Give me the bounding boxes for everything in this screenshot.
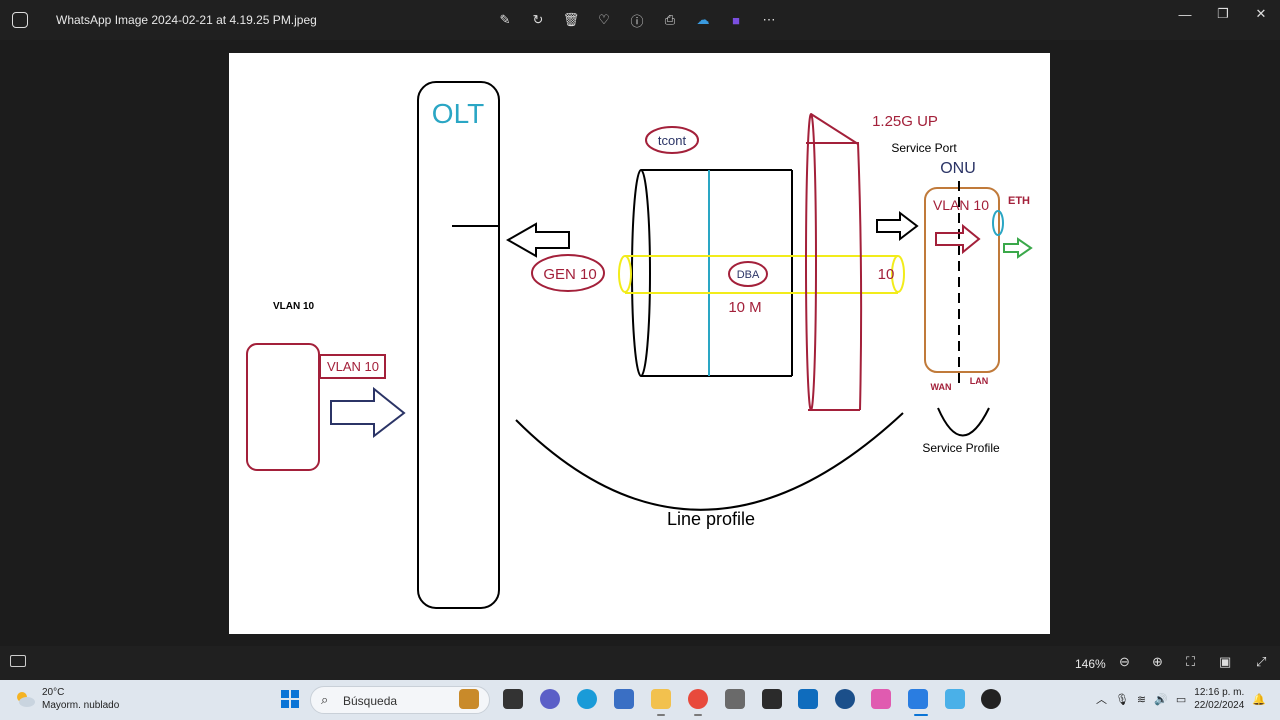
clock-date: 22/02/2024 xyxy=(1194,700,1245,711)
title-bar: WhatsApp Image 2024-02-21 at 4.19.25 PM.… xyxy=(0,0,1280,40)
more-icon[interactable]: ⋯ xyxy=(759,10,779,30)
clock[interactable]: 12:16 p. m. 22/02/2024 xyxy=(1194,686,1244,712)
zoom-level: 146% xyxy=(1075,657,1106,671)
clock-time: 12:16 p. m. xyxy=(1194,687,1245,698)
vlan-tag-label: VLAN 10 xyxy=(327,359,379,374)
right-arrow-black xyxy=(876,210,919,242)
weather-widget[interactable]: 20°C Mayorm. nublado xyxy=(14,686,119,712)
olt-label: OLT xyxy=(432,98,484,129)
outlook-icon[interactable] xyxy=(798,689,818,709)
right-arrow-green xyxy=(1003,237,1033,259)
file-explorer-icon[interactable] xyxy=(651,689,671,709)
fullscreen-icon[interactable]: ⤢ xyxy=(1256,654,1266,670)
battery-icon[interactable]: ▭ xyxy=(1176,693,1186,706)
terminal-app-icon[interactable] xyxy=(503,689,523,709)
lan-label: LAN xyxy=(970,376,989,386)
rotate-icon[interactable]: ↻ xyxy=(528,10,548,30)
active-indicator xyxy=(914,714,928,716)
notepad-icon[interactable] xyxy=(945,689,965,709)
wifi-icon[interactable]: ≋ xyxy=(1137,693,1146,706)
media-app-icon[interactable] xyxy=(981,689,1001,709)
gen-label: GEN 10 xyxy=(543,266,596,283)
weather-desc: Mayorm. nublado xyxy=(42,700,120,711)
line-profile-label: Line profile xyxy=(667,509,755,529)
globe-app-icon[interactable] xyxy=(835,689,855,709)
microphone-icon[interactable]: 🎙 xyxy=(1115,693,1129,706)
photos-taskbar-icon[interactable] xyxy=(908,689,928,709)
olt-box xyxy=(417,81,500,609)
wan-label: WAN xyxy=(931,382,952,392)
clipchamp-icon[interactable]: ■ xyxy=(726,10,746,30)
info-icon[interactable]: ⓘ xyxy=(627,10,647,30)
service-profile-label: Service Profile xyxy=(922,441,1000,455)
ten-m-label: 10 M xyxy=(728,299,761,316)
right-arrow-navy xyxy=(330,386,406,439)
line-profile-arc xyxy=(515,412,904,511)
chat-app-icon[interactable] xyxy=(540,689,560,709)
vlan-left-label: VLAN 10 xyxy=(273,301,315,312)
weather-temp: 20°C xyxy=(42,687,65,698)
system-tray: ︿ 🎙 ≋ 🔊 ▭ 12:16 p. m. 22/02/2024 🔔 xyxy=(1096,686,1266,712)
cylinder-left-face xyxy=(631,169,651,377)
running-indicator xyxy=(657,714,665,716)
window-title: WhatsApp Image 2024-02-21 at 4.19.25 PM.… xyxy=(56,13,317,27)
zoom-out-icon[interactable]: ⊖ xyxy=(1119,654,1130,670)
chrome-icon[interactable] xyxy=(688,689,708,709)
briefcase-app-icon[interactable] xyxy=(459,689,479,709)
actual-size-icon[interactable]: ▣ xyxy=(1219,654,1231,670)
gpon-diagram: OLT VLAN 10 VLAN 10 GEN 10 tcont DBA 10 … xyxy=(246,81,1033,609)
upstream-disc-top xyxy=(810,113,859,145)
usb-app-icon[interactable] xyxy=(725,689,745,709)
edge-icon[interactable] xyxy=(577,689,597,709)
favorite-icon[interactable]: ♡ xyxy=(594,10,614,30)
notification-bell-icon[interactable]: 🔔 xyxy=(1252,693,1266,706)
upstream-disc-left xyxy=(805,113,817,411)
minimize-icon[interactable]: — xyxy=(1166,0,1204,28)
service-profile-arc xyxy=(937,407,990,437)
running-indicator xyxy=(694,714,702,716)
eth-label: ETH xyxy=(1008,195,1030,207)
service-port-label: Service Port xyxy=(891,141,957,155)
image-toolbar: ✎ ↻ 🗑 ♡ ⓘ ⎙ ☁ ■ ⋯ xyxy=(495,10,779,30)
ten-label: 10 xyxy=(878,266,895,283)
yellow-pipe-left xyxy=(618,255,632,293)
cloud-sun-icon xyxy=(14,691,36,707)
start-button[interactable] xyxy=(281,690,299,708)
dba-label: DBA xyxy=(737,269,760,281)
displayed-image[interactable]: OLT VLAN 10 VLAN 10 GEN 10 tcont DBA 10 … xyxy=(229,53,1050,634)
mail-app-icon[interactable] xyxy=(762,689,782,709)
onu-vlan-label: VLAN 10 xyxy=(933,197,989,213)
upstream-label: 1.25G UP xyxy=(872,113,938,130)
onedrive-icon[interactable]: ☁ xyxy=(693,10,713,30)
chevron-up-icon[interactable]: ︿ xyxy=(1096,691,1107,707)
client-box xyxy=(246,343,320,471)
onu-label: ONU xyxy=(940,160,976,177)
left-arrow-black xyxy=(505,222,570,258)
edit-icon[interactable]: ✎ xyxy=(495,10,515,30)
right-arrow-crimson xyxy=(935,223,981,255)
print-icon[interactable]: ⎙ xyxy=(660,10,680,30)
taskbar: 20°C Mayorm. nublado ⌕ Búsqueda ︿ 🎙 ≋ 🔊 … xyxy=(0,680,1280,720)
volume-icon[interactable]: 🔊 xyxy=(1154,693,1168,706)
maximize-icon[interactable]: ❐ xyxy=(1204,0,1242,28)
filmstrip-icon[interactable] xyxy=(10,655,26,667)
status-bar: 146% ⊖ ⊕ ⛶ ▣ ⤢ xyxy=(0,646,1280,680)
onu-box xyxy=(924,187,1000,373)
search-icon: ⌕ xyxy=(321,692,329,707)
snipping-tool-icon[interactable] xyxy=(871,689,891,709)
yellow-pipe xyxy=(625,255,898,294)
network-app-icon[interactable] xyxy=(614,689,634,709)
zoom-in-icon[interactable]: ⊕ xyxy=(1152,654,1163,670)
tcont-label: tcont xyxy=(658,133,687,148)
fit-icon[interactable]: ⛶ xyxy=(1186,654,1195,670)
search-placeholder: Búsqueda xyxy=(343,694,398,708)
delete-icon[interactable]: 🗑 xyxy=(561,10,581,30)
photos-app-icon xyxy=(12,12,28,28)
close-icon[interactable]: ✕ xyxy=(1242,0,1280,28)
